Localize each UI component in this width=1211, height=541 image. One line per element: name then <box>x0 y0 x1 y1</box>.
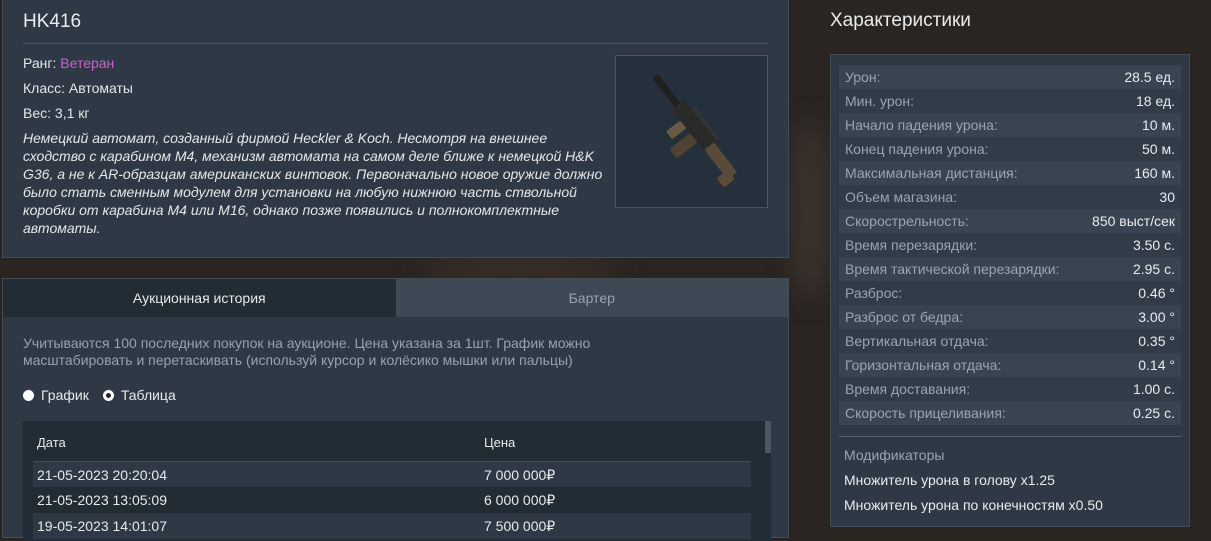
row-price: 6 000 000₽ <box>484 492 556 508</box>
view-option-chart[interactable]: График <box>23 387 89 403</box>
stat-row: Скорость прицеливания: 0.25 с. <box>839 401 1181 425</box>
radio-button[interactable] <box>23 389 34 401</box>
stat-label: Скорость прицеливания: <box>845 405 1006 421</box>
characteristics-title: Характеристики <box>830 10 971 31</box>
tab-auction-history[interactable]: Аукционная история <box>3 279 396 317</box>
class-line: Класс: Автоматы <box>23 80 133 96</box>
stat-value: 10 м. <box>1142 117 1175 133</box>
table-scrollbar[interactable] <box>765 421 771 453</box>
rank-value: Ветеран <box>60 55 115 71</box>
stat-label: Скорострельность: <box>845 213 969 229</box>
stat-row: Горизонтальная отдача: 0.14 ° <box>839 353 1181 377</box>
column-date: Дата <box>37 435 66 450</box>
item-panel: HK416 Ранг: Ветеран Класс: Автоматы Вес:… <box>2 0 789 258</box>
stat-row: Мин. урон: 18 ед. <box>839 89 1181 113</box>
stat-label: Горизонтальная отдача: <box>845 357 1002 373</box>
stat-value: 2.95 с. <box>1132 261 1175 277</box>
stat-value: 0.35 ° <box>1138 333 1175 349</box>
row-price: 7 000 000₽ <box>484 467 556 483</box>
stat-row: Скорострельность: 850 выст/сек <box>839 209 1181 233</box>
stat-value: 850 выст/сек <box>1092 213 1175 229</box>
stat-label: Начало падения урона: <box>845 117 998 133</box>
modifier-item: Множитель урона в голову x1.25 <box>844 472 1055 488</box>
row-date: 19-05-2023 14:01:07 <box>37 518 167 534</box>
stat-row: Урон: 28.5 ед. <box>839 65 1181 89</box>
stat-label: Время доставания: <box>845 381 971 397</box>
table-row: 19-05-2023 14:01:07 7 500 000₽ <box>33 513 751 539</box>
divider <box>839 436 1181 437</box>
stat-value: 0.14 ° <box>1138 357 1175 373</box>
stat-value: 160 м. <box>1134 165 1175 181</box>
view-toggle: График Таблица <box>23 387 176 403</box>
stat-value: 0.46 ° <box>1138 285 1175 301</box>
rank-line: Ранг: Ветеран <box>23 55 114 71</box>
item-description: Немецкий автомат, созданный фирмой Heckl… <box>23 130 603 236</box>
stat-value: 3.50 с. <box>1132 237 1175 253</box>
stat-row: Разброс: 0.46 ° <box>839 281 1181 305</box>
auction-panel: Аукционная история Бартер Учитываются 10… <box>2 278 789 541</box>
stat-row: Конец падения урона: 50 м. <box>839 137 1181 161</box>
view-option-label: График <box>41 387 89 403</box>
row-date: 21-05-2023 20:20:04 <box>37 467 167 483</box>
stat-row: Вертикальная отдача: 0.35 ° <box>839 329 1181 353</box>
stats-list: Урон: 28.5 ед. Мин. урон: 18 ед. Начало па… <box>839 65 1181 425</box>
row-date: 21-05-2023 13:05:09 <box>37 492 167 508</box>
radio-button-selected[interactable] <box>102 389 114 401</box>
stat-value: 0.25 с. <box>1132 405 1175 421</box>
stat-label: Объем магазина: <box>845 189 957 205</box>
weight-line: Вес: 3,1 кг <box>23 105 90 121</box>
stat-label: Вертикальная отдача: <box>845 333 989 349</box>
stat-label: Максимальная дистанция: <box>845 165 1018 181</box>
view-option-table[interactable]: Таблица <box>102 387 176 403</box>
stat-row: Начало падения урона: 10 м. <box>839 113 1181 137</box>
stat-label: Разброс: <box>845 285 903 301</box>
stat-value: 18 ед. <box>1136 93 1175 109</box>
stat-row: Время тактической перезарядки: 2.95 с. <box>839 257 1181 281</box>
stat-row: Время перезарядки: 3.50 с. <box>839 233 1181 257</box>
stat-value: 1.00 с. <box>1132 381 1175 397</box>
rank-label: Ранг: <box>23 55 57 71</box>
stat-row: Время доставания: 1.00 с. <box>839 377 1181 401</box>
table-row: 21-05-2023 13:05:09 6 000 000₽ <box>33 487 751 513</box>
background-blob <box>420 258 620 280</box>
stat-label: Разброс от бедра: <box>845 309 963 325</box>
stat-label: Время перезарядки: <box>845 237 978 253</box>
tab-barter[interactable]: Бартер <box>395 279 788 317</box>
stat-value: 3.00 ° <box>1138 309 1175 325</box>
table-row: 21-05-2023 20:20:04 7 000 000₽ <box>33 461 751 487</box>
stat-label: Урон: <box>845 69 881 85</box>
column-price: Цена <box>484 435 516 450</box>
price-table: Дата Цена 21-05-2023 20:20:04 7 000 000₽… <box>23 421 771 541</box>
rifle-icon <box>653 75 737 187</box>
view-option-label: Таблица <box>120 387 176 403</box>
modifiers-title: Модификаторы <box>844 447 945 463</box>
divider <box>23 43 768 44</box>
characteristics-panel: Урон: 28.5 ед. Мин. урон: 18 ед. Начало па… <box>830 54 1190 527</box>
tabs: Аукционная история Бартер <box>3 279 788 317</box>
stat-row: Максимальная дистанция: 160 м. <box>839 161 1181 185</box>
weapon-image <box>615 55 768 208</box>
auction-note: Учитываются 100 последних покупок на аук… <box>23 335 591 368</box>
modifier-item: Множитель урона по конечностям x0.50 <box>844 497 1103 513</box>
item-name: HK416 <box>23 11 82 32</box>
stat-label: Время тактической перезарядки: <box>845 261 1060 277</box>
stat-value: 30 <box>1159 189 1175 205</box>
stat-value: 50 м. <box>1142 141 1175 157</box>
background-blob <box>790 120 830 300</box>
stat-label: Конец падения урона: <box>845 141 989 157</box>
stat-row: Объем магазина: 30 <box>839 185 1181 209</box>
stat-row: Разброс от бедра: 3.00 ° <box>839 305 1181 329</box>
stat-value: 28.5 ед. <box>1124 69 1175 85</box>
row-price: 7 500 000₽ <box>484 518 556 534</box>
stat-label: Мин. урон: <box>845 93 915 109</box>
table-header: Дата Цена <box>23 421 751 461</box>
